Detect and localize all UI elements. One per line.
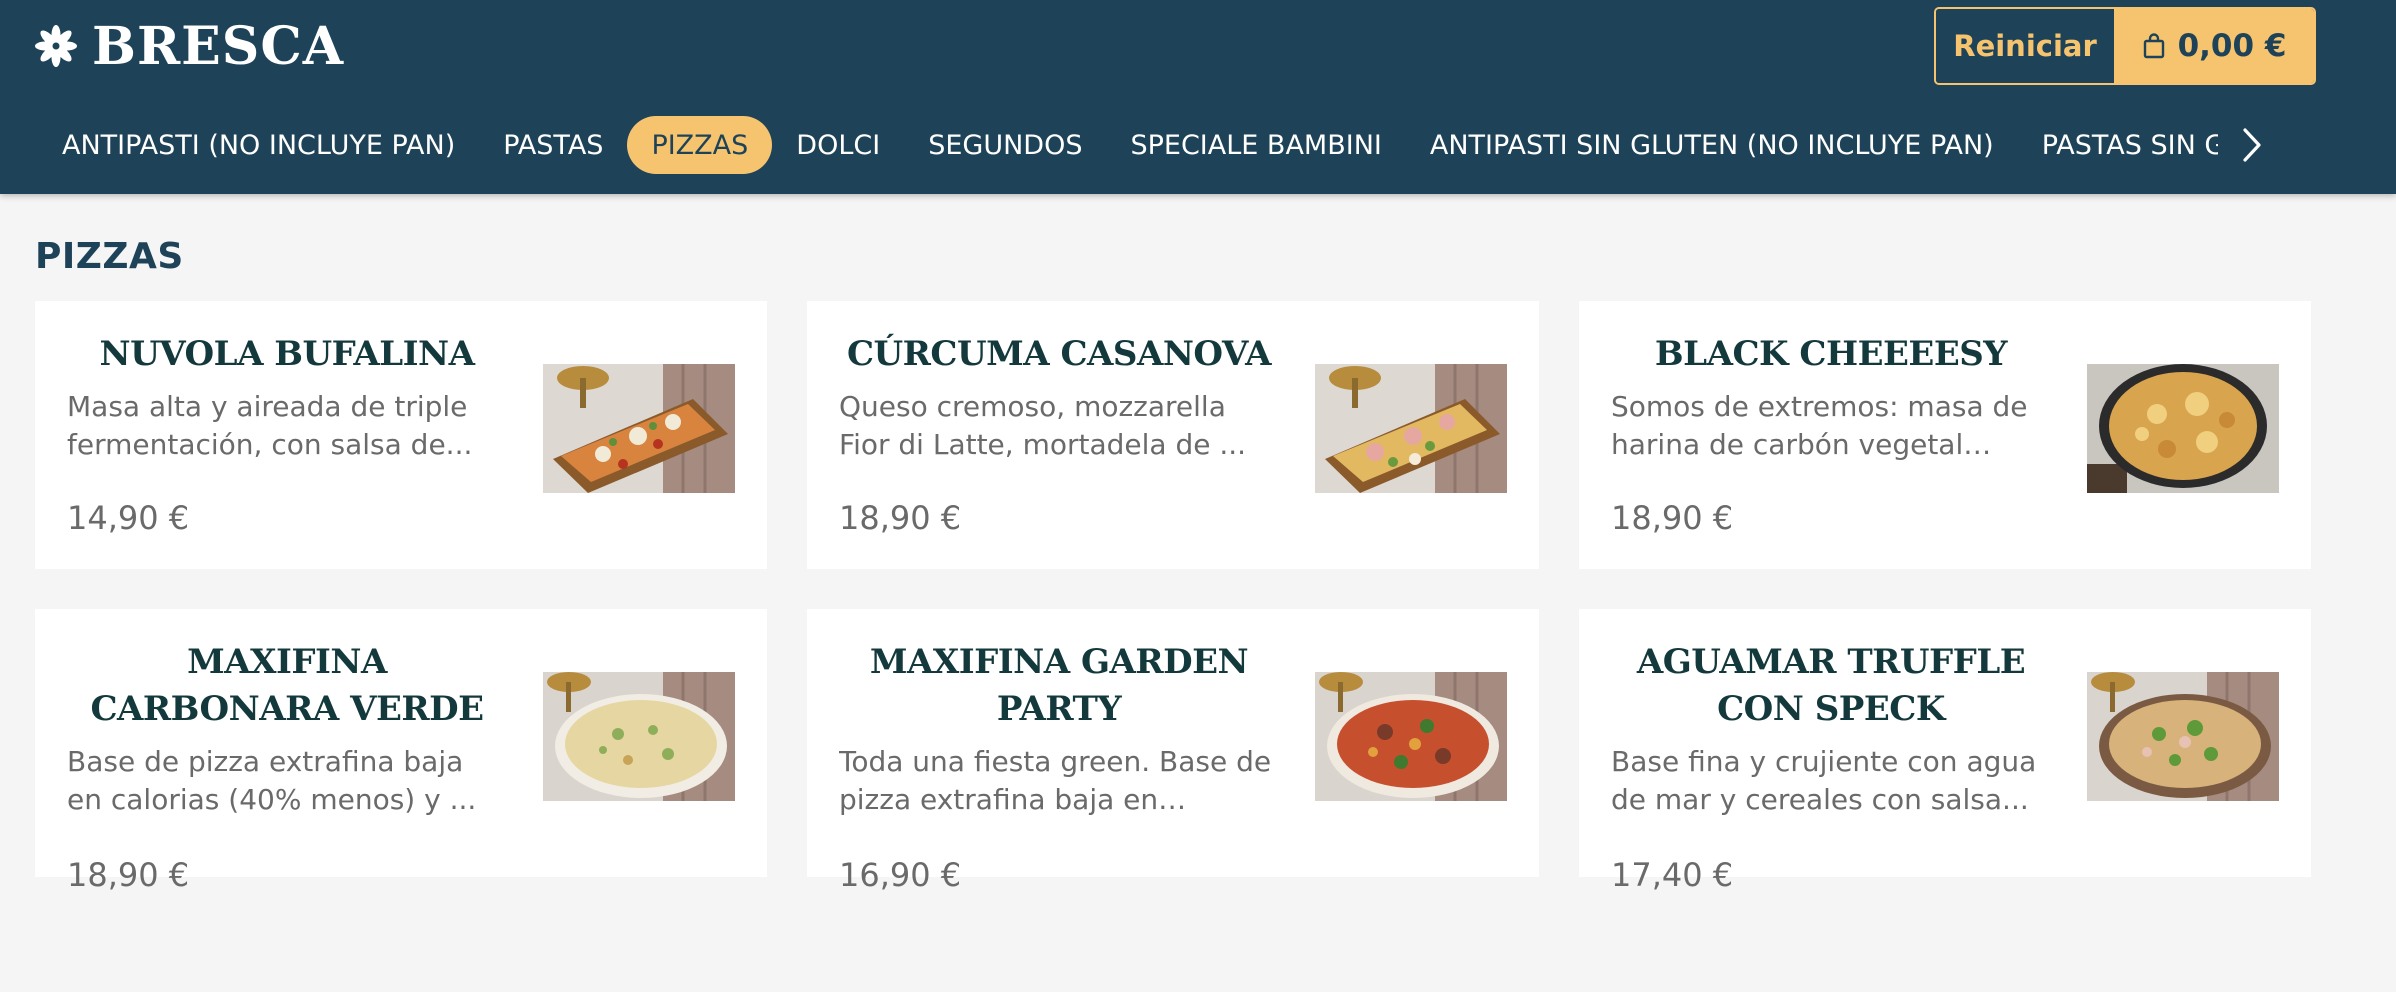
tabs-scroll-right-button[interactable] bbox=[2232, 122, 2272, 168]
top-bar: BRESCA Reiniciar 0,00 € ANTIPASTI (NO IN… bbox=[0, 0, 2396, 194]
product-description: Base de pizza extrafina baja en calorias… bbox=[67, 745, 477, 816]
tab-speciale-bambini[interactable]: SPECIALE BAMBINI bbox=[1106, 116, 1405, 174]
product-name: BLACK CHEEEESY bbox=[1654, 334, 2008, 374]
section-title: PIZZAS bbox=[35, 236, 184, 277]
tab-label: SPECIALE BAMBINI bbox=[1130, 129, 1382, 161]
product-price: 16,90 € bbox=[839, 856, 962, 894]
product-name: MAXIFINA GARDEN PARTY bbox=[869, 642, 1249, 729]
product-price: 18,90 € bbox=[1611, 499, 1734, 537]
cart-button[interactable]: 0,00 € bbox=[2114, 9, 2314, 83]
product-info: AGUAMAR TRUFFLE CON SPECK Base fina y cr… bbox=[1611, 639, 2051, 819]
tab-pastas-sin-gluten[interactable]: PASTAS SIN GLUTEN bbox=[2018, 116, 2218, 174]
product-card[interactable]: CÚRCUMA CASANOVA Queso cremoso, mozzarel… bbox=[807, 301, 1539, 569]
product-price: 14,90 € bbox=[67, 499, 190, 537]
product-name: MAXIFINA CARBONARA VERDE bbox=[90, 642, 484, 729]
product-info: CÚRCUMA CASANOVA Queso cremoso, mozzarel… bbox=[839, 331, 1279, 464]
chevron-right-icon bbox=[2243, 128, 2261, 162]
product-info: MAXIFINA CARBONARA VERDE Base de pizza e… bbox=[67, 639, 507, 819]
product-image bbox=[1315, 672, 1507, 801]
product-description: Toda una fiesta green. Base de pizza ext… bbox=[839, 745, 1272, 816]
flower-logo-icon bbox=[35, 25, 77, 67]
product-price: 18,90 € bbox=[839, 499, 962, 537]
product-info: BLACK CHEEEESY Somos de extremos: masa d… bbox=[1611, 331, 2051, 464]
product-image bbox=[2087, 364, 2279, 493]
tab-segundos[interactable]: SEGUNDOS bbox=[904, 116, 1106, 174]
shopping-bag-icon bbox=[2143, 33, 2164, 59]
tab-dolci[interactable]: DOLCI bbox=[772, 116, 904, 174]
product-image bbox=[543, 364, 735, 493]
product-grid: NUVOLA BUFALINA Masa alta y aireada de t… bbox=[35, 301, 2311, 894]
tab-pastas[interactable]: PASTAS bbox=[479, 116, 627, 174]
reset-button[interactable]: Reiniciar bbox=[1936, 9, 2114, 83]
tab-label: PASTAS bbox=[503, 129, 604, 161]
tab-label: ANTIPASTI (NO INCLUYE PAN) bbox=[62, 129, 456, 161]
tab-pizzas[interactable]: PIZZAS bbox=[627, 116, 773, 174]
category-tabs: ANTIPASTI (NO INCLUYE PAN) PASTAS PIZZAS… bbox=[38, 115, 2218, 175]
product-description: Base fina y crujiente con agua de mar y … bbox=[1611, 745, 2037, 816]
product-name: NUVOLA BUFALINA bbox=[99, 334, 475, 374]
header-actions: Reiniciar 0,00 € bbox=[1934, 7, 2316, 85]
product-price: 17,40 € bbox=[1611, 856, 1734, 894]
product-image bbox=[1315, 364, 1507, 493]
product-price: 18,90 € bbox=[67, 856, 190, 894]
tab-label: SEGUNDOS bbox=[928, 129, 1083, 161]
product-description: Somos de extremos: masa de harina de car… bbox=[1611, 390, 2028, 461]
tab-label: PASTAS SIN GLUTEN bbox=[2041, 129, 2218, 161]
tab-label: DOLCI bbox=[796, 129, 881, 161]
product-name: AGUAMAR TRUFFLE CON SPECK bbox=[1636, 642, 2026, 729]
tab-label: ANTIPASTI SIN GLUTEN (NO INCLUYE PAN) bbox=[1429, 129, 1994, 161]
product-info: MAXIFINA GARDEN PARTY Toda una fiesta gr… bbox=[839, 639, 1279, 819]
tab-label: PIZZAS bbox=[651, 129, 749, 161]
cart-total: 0,00 € bbox=[2177, 28, 2287, 64]
tab-antipasti-sin-gluten[interactable]: ANTIPASTI SIN GLUTEN (NO INCLUYE PAN) bbox=[1406, 116, 2018, 174]
product-card[interactable]: NUVOLA BUFALINA Masa alta y aireada de t… bbox=[35, 301, 767, 569]
brand-logo[interactable]: BRESCA bbox=[34, 15, 345, 77]
product-image bbox=[543, 672, 735, 801]
product-description: Masa alta y aireada de triple fermentaci… bbox=[67, 390, 473, 461]
product-description: Queso cremoso, mozzarella Fior di Latte,… bbox=[839, 390, 1247, 461]
product-card[interactable]: MAXIFINA GARDEN PARTY Toda una fiesta gr… bbox=[807, 609, 1539, 894]
tab-antipasti[interactable]: ANTIPASTI (NO INCLUYE PAN) bbox=[38, 116, 479, 174]
product-card[interactable]: MAXIFINA CARBONARA VERDE Base de pizza e… bbox=[35, 609, 767, 894]
brand-name: BRESCA bbox=[92, 15, 345, 77]
product-card[interactable]: BLACK CHEEEESY Somos de extremos: masa d… bbox=[1579, 301, 2311, 569]
product-card[interactable]: AGUAMAR TRUFFLE CON SPECK Base fina y cr… bbox=[1579, 609, 2311, 894]
product-name: CÚRCUMA CASANOVA bbox=[846, 334, 1272, 374]
product-info: NUVOLA BUFALINA Masa alta y aireada de t… bbox=[67, 331, 507, 464]
product-image bbox=[2087, 672, 2279, 801]
